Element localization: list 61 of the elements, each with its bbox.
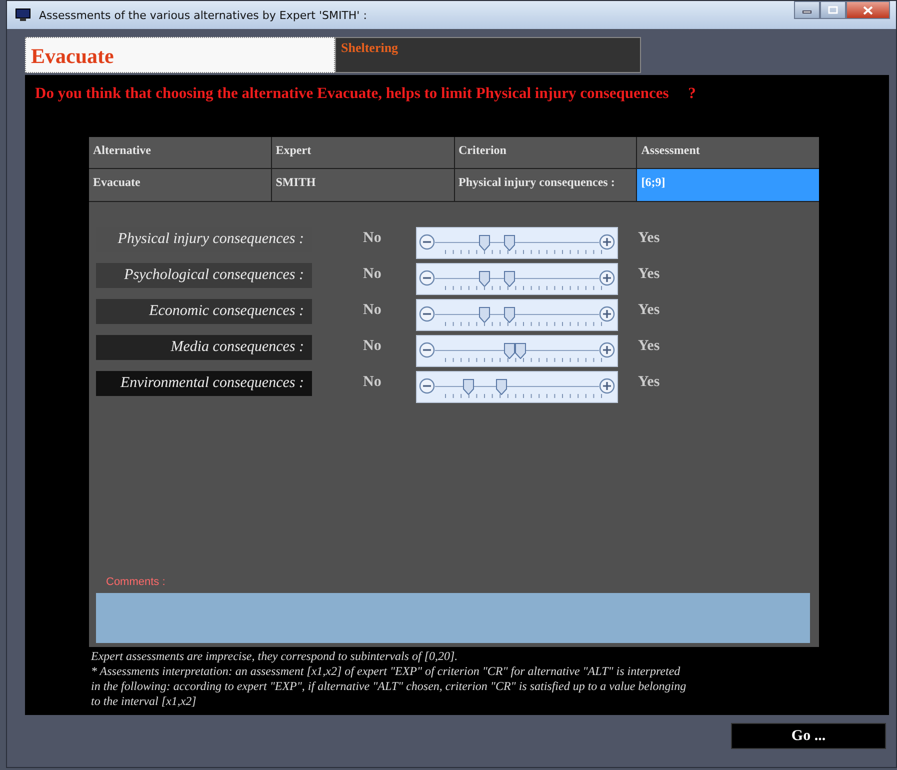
slider-thumb[interactable] xyxy=(496,379,507,395)
criterion-label: Media consequences : xyxy=(96,335,312,360)
table-cell[interactable]: SMITH xyxy=(272,169,454,201)
scale-label: Yes xyxy=(638,301,661,319)
plus-icon[interactable] xyxy=(599,378,615,394)
slider-thumb[interactable] xyxy=(479,235,490,251)
scale-label: No xyxy=(363,301,382,319)
close-icon xyxy=(863,6,873,14)
criterion-label: Environmental consequences : xyxy=(96,371,312,396)
minus-icon[interactable] xyxy=(419,342,435,358)
minimize-button[interactable] xyxy=(794,1,820,19)
slider-thumb[interactable] xyxy=(515,343,526,359)
range-slider[interactable] xyxy=(416,299,618,331)
minus-icon[interactable] xyxy=(419,270,435,286)
range-slider[interactable] xyxy=(416,371,618,403)
slider-thumb[interactable] xyxy=(462,379,474,395)
scale-label: Yes xyxy=(638,265,661,283)
column-header: Assessment xyxy=(637,137,819,168)
plus-icon[interactable] xyxy=(599,342,615,358)
slider-thumb[interactable] xyxy=(479,271,490,287)
column-header: Expert xyxy=(272,137,454,168)
table-cell[interactable]: Physical injury consequences : xyxy=(454,169,636,201)
slider-thumb[interactable] xyxy=(504,343,515,359)
question-text: Do you think that choosing the alternative Evacuate, helps to limit Physical injury consequences ? xyxy=(34,84,697,104)
minus-icon[interactable] xyxy=(419,378,435,394)
comments-label: Comments : xyxy=(105,576,166,590)
slider-thumb[interactable] xyxy=(504,271,515,287)
close-button[interactable] xyxy=(846,1,890,19)
column-header: Criterion xyxy=(454,137,636,168)
minus-icon[interactable] xyxy=(419,306,435,322)
scale-label: Yes xyxy=(638,337,661,355)
scale-label: No xyxy=(363,373,382,391)
range-slider[interactable] xyxy=(416,263,618,295)
range-slider[interactable] xyxy=(416,227,618,259)
tab[interactable]: Evacuate xyxy=(25,37,335,73)
go-button[interactable]: Go ... xyxy=(731,723,886,749)
column-header: Alternative xyxy=(89,137,271,168)
comments-field[interactable] xyxy=(96,593,810,643)
note-text: Expert assessments are imprecise, they correspond to subintervals of [0,20]. xyxy=(91,649,459,664)
criterion-label: Psychological consequences : xyxy=(96,263,312,288)
range-slider[interactable] xyxy=(416,335,618,367)
note-text: * Assessments interpretation: an assessment [x1,x2] of expert "EXP" of criterion "CR" for alternative "ALT" is interpreted in the following: according to expert "EXP", if alternative "ALT" chosen, criterion "CR" is satisfied up to a value belonging to the interval [x1,x2] xyxy=(91,664,688,709)
scale-label: No xyxy=(363,265,382,283)
criterion-label: Economic consequences : xyxy=(96,299,312,324)
scale-label: Yes xyxy=(638,229,661,247)
scale-label: No xyxy=(363,229,382,247)
minus-icon[interactable] xyxy=(419,234,435,250)
plus-icon[interactable] xyxy=(599,270,615,286)
maximize-button[interactable] xyxy=(820,1,846,19)
slider-thumb[interactable] xyxy=(504,307,515,323)
plus-icon[interactable] xyxy=(599,306,615,322)
monitor-icon xyxy=(15,8,31,22)
tab[interactable]: Sheltering xyxy=(335,37,641,73)
table-cell[interactable]: Evacuate xyxy=(89,169,271,201)
scale-label: No xyxy=(363,337,382,355)
window-title: Assessments of the various alternatives by Expert 'SMITH' : xyxy=(39,8,368,22)
slider-thumb[interactable] xyxy=(504,235,515,251)
slider-thumb[interactable] xyxy=(479,307,490,323)
maximize-icon xyxy=(828,6,838,14)
scale-label: Yes xyxy=(638,373,661,391)
plus-icon[interactable] xyxy=(599,234,615,250)
